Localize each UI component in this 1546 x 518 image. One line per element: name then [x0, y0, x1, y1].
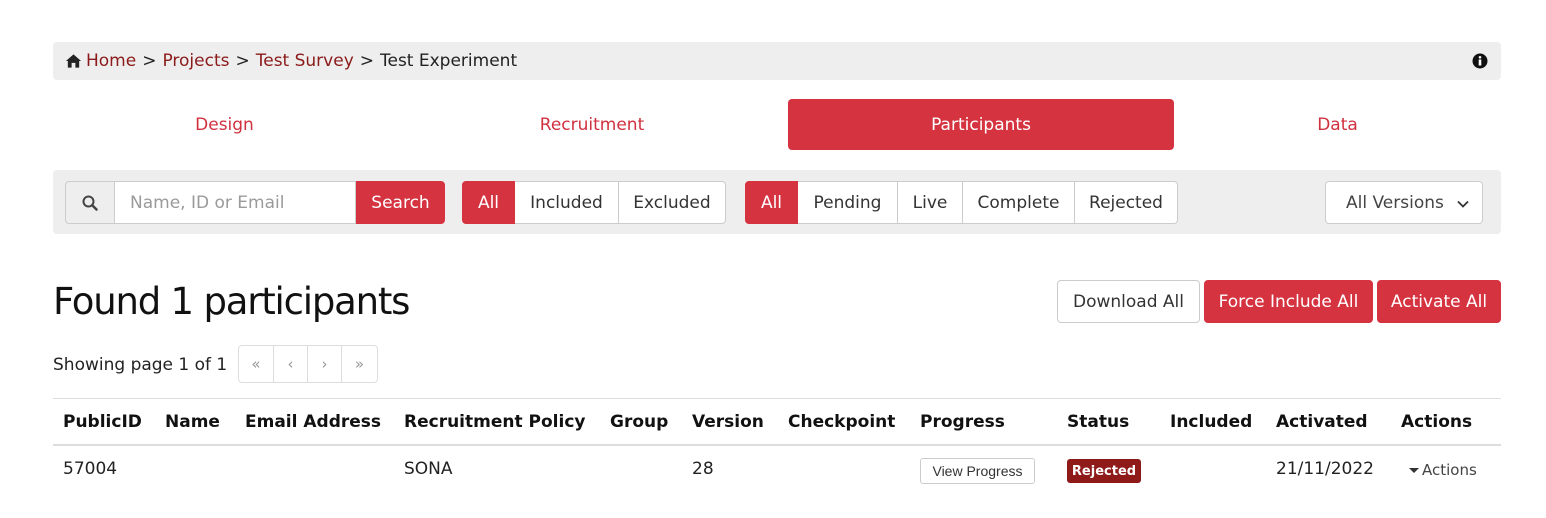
column-header[interactable]: Checkpoint: [788, 412, 895, 432]
inclusion-included-button[interactable]: Included: [515, 181, 619, 224]
status-pending-button[interactable]: Pending: [798, 181, 898, 224]
pagination-info: Showing page 1 of 1: [53, 355, 228, 375]
breadcrumb-survey[interactable]: Test Survey: [256, 51, 354, 71]
status-rejected-button[interactable]: Rejected: [1075, 181, 1178, 224]
row-actions-dropdown[interactable]: Actions: [1409, 461, 1477, 479]
home-icon: [65, 53, 82, 69]
force-include-all-button[interactable]: Force Include All: [1204, 280, 1373, 323]
download-all-button[interactable]: Download All: [1057, 280, 1200, 323]
breadcrumb: Home > Projects > Test Survey > Test Exp…: [53, 42, 1501, 80]
tab-participants[interactable]: Participants: [788, 99, 1174, 150]
row-actions-label: Actions: [1422, 461, 1477, 479]
breadcrumb-current: Test Experiment: [380, 51, 518, 71]
tab-recruitment[interactable]: Recruitment: [396, 99, 788, 150]
column-header[interactable]: Name: [165, 412, 220, 432]
page-title: Found 1 participants: [53, 280, 410, 323]
activate-all-button[interactable]: Activate All: [1377, 280, 1501, 323]
column-header[interactable]: Included: [1170, 412, 1252, 432]
participants-table: PublicID Name Email Address Recruitment …: [53, 398, 1501, 496]
public-id-cell: 57004: [63, 459, 118, 479]
tab-bar: Design Recruitment Participants Data: [53, 99, 1501, 150]
inclusion-filter: All Included Excluded: [462, 181, 726, 224]
status-badge: Rejected: [1067, 459, 1141, 483]
column-header[interactable]: Group: [610, 412, 668, 432]
status-live-button[interactable]: Live: [898, 181, 963, 224]
column-header[interactable]: Progress: [920, 412, 1005, 432]
tab-design[interactable]: Design: [53, 99, 396, 150]
column-header[interactable]: Email Address: [245, 412, 381, 432]
column-header: Actions: [1401, 412, 1473, 432]
version-select-value: All Versions: [1346, 192, 1444, 213]
inclusion-all-button[interactable]: All: [462, 181, 515, 224]
first-page-button[interactable]: «: [238, 345, 274, 383]
chevron-down-icon: [1456, 196, 1470, 210]
breadcrumb-separator: >: [142, 51, 157, 71]
search-group: Search: [65, 181, 445, 224]
caret-down-icon: [1409, 467, 1419, 473]
column-header[interactable]: Activated: [1276, 412, 1368, 432]
search-icon: [65, 181, 114, 224]
table-row: 57004 SONA 28 View Progress Rejected 21/…: [53, 446, 1501, 496]
search-input[interactable]: [114, 181, 356, 224]
pagination: « ‹ › »: [238, 345, 378, 383]
info-icon[interactable]: [1472, 53, 1488, 69]
status-complete-button[interactable]: Complete: [963, 181, 1075, 224]
column-header[interactable]: Recruitment Policy: [404, 412, 585, 432]
next-page-button[interactable]: ›: [308, 345, 342, 383]
status-all-button[interactable]: All: [745, 181, 798, 224]
column-header[interactable]: Version: [692, 412, 764, 432]
column-header[interactable]: PublicID: [63, 412, 142, 432]
policy-cell: SONA: [404, 459, 453, 479]
version-cell: 28: [692, 459, 714, 479]
tab-data[interactable]: Data: [1174, 99, 1501, 150]
filter-bar: Search All Included Excluded All Pending…: [53, 170, 1501, 234]
breadcrumb-home[interactable]: Home: [86, 51, 136, 71]
version-select[interactable]: All Versions: [1325, 181, 1483, 224]
view-progress-button[interactable]: View Progress: [920, 458, 1035, 484]
status-filter: All Pending Live Complete Rejected: [745, 181, 1178, 224]
search-button[interactable]: Search: [356, 181, 445, 224]
table-header: PublicID Name Email Address Recruitment …: [53, 398, 1501, 446]
breadcrumb-projects[interactable]: Projects: [162, 51, 229, 71]
column-header[interactable]: Status: [1067, 412, 1129, 432]
activated-cell: 21/11/2022: [1276, 459, 1374, 479]
breadcrumb-separator: >: [235, 51, 250, 71]
last-page-button[interactable]: »: [342, 345, 378, 383]
prev-page-button[interactable]: ‹: [274, 345, 308, 383]
inclusion-excluded-button[interactable]: Excluded: [619, 181, 726, 224]
breadcrumb-separator: >: [359, 51, 374, 71]
